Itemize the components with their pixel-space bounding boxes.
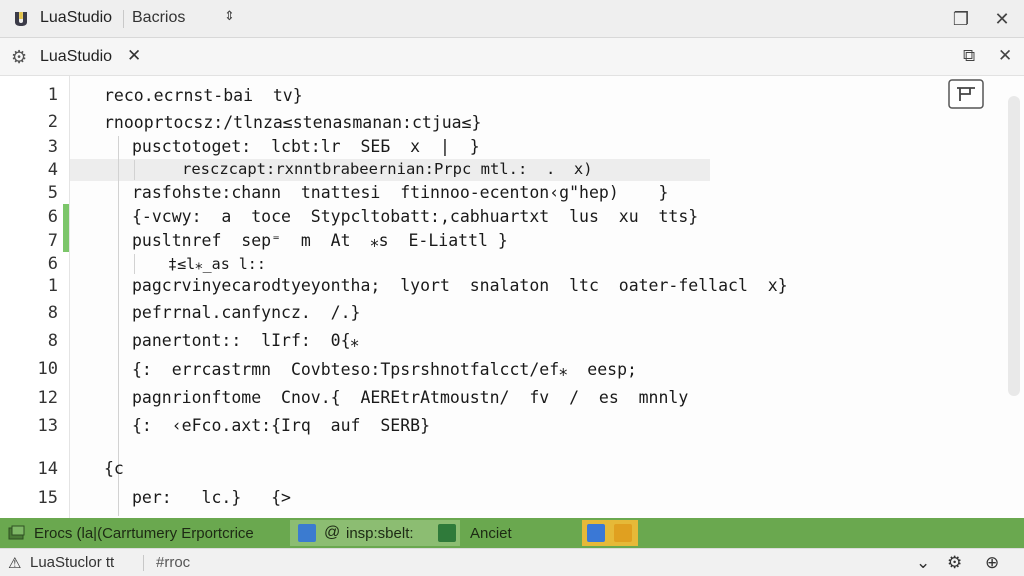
line-gutter: 1 2 3 4 5 6 7 6 1 8 8 10 12 13 14 15: [0, 76, 70, 518]
app-logo-icon: [15, 12, 27, 26]
pin-panel-icon[interactable]: [948, 79, 984, 109]
indent-guide: [134, 254, 135, 274]
close-window-icon[interactable]: ✕: [990, 7, 1014, 31]
code-line[interactable]: rnooprtocsz:/tlnza≤stenasmanan:c⁣tjua≤}: [104, 113, 482, 132]
title-divider: [123, 10, 124, 28]
bottom-bar: ⚠ LuaStuclor tt #rroc ⌄ ⚙ ⊕: [0, 548, 1024, 576]
app-title: LuaStudio: [40, 9, 113, 26]
branch-status[interactable]: Anciet: [470, 518, 512, 548]
code-line[interactable]: pagcrvinyecarodtyeyontha; lyort snalaton…: [132, 276, 788, 295]
status-bar: Erocs (la|(Carrtumery Erportcrice @ insp…: [0, 518, 1024, 548]
edit-icon[interactable]: [587, 524, 605, 542]
code-line[interactable]: {: errcastrmn Covbteso:Tpsrshnotfalcct/e…: [132, 360, 637, 379]
code-line[interactable]: reco.ecrnst-bai tv}: [104, 86, 303, 105]
warning-icon[interactable]: [614, 524, 632, 542]
code-line[interactable]: {c: [104, 459, 124, 478]
tab-bar: ⚙ LuaStudio ✕ ⧉ ✕: [0, 38, 1024, 76]
line-number: 1: [47, 85, 58, 105]
code-editor[interactable]: 1 2 3 4 5 6 7 6 1 8 8 10 12 13 14 15 rec…: [0, 76, 1024, 518]
line-number: 10: [37, 359, 58, 379]
git-diff-marker: [63, 204, 69, 252]
line-number: 1: [47, 276, 58, 296]
line-number: 6: [47, 254, 58, 274]
line-number: 2: [47, 112, 58, 132]
restore-window-icon[interactable]: ❐: [949, 7, 973, 31]
terminal-icon[interactable]: [438, 524, 456, 542]
code-line[interactable]: pefrrnal.canfyncz. /.}: [132, 303, 360, 322]
line-number: 8: [47, 303, 58, 323]
line-number: 13: [37, 416, 58, 436]
vertical-scrollbar[interactable]: [1008, 96, 1020, 396]
code-line[interactable]: pusltnref sep⁼ m At ⁎s E-Liattl }: [132, 231, 508, 250]
workspace-label[interactable]: LuaStuclor tt: [30, 554, 114, 571]
workspace-icon: ⚠: [8, 554, 22, 572]
title-bar: LuaStudio Bacrios ⇕ ❐ ✕: [0, 0, 1024, 38]
line-number: 6: [47, 207, 58, 227]
code-line[interactable]: rasfohste:chann tnattesi ftinnoo-ecenton…: [132, 183, 668, 202]
tab-luastudio[interactable]: LuaStudio: [40, 48, 112, 66]
line-number: 4: [47, 160, 58, 180]
settings-icon[interactable]: ⚙: [947, 553, 962, 573]
line-number: 7: [47, 231, 58, 251]
code-line[interactable]: resczcapt:rxnntbrabeernian:Prpc mtl.: . …: [182, 160, 593, 178]
project-switch-icon[interactable]: ⇕: [224, 9, 235, 24]
code-line[interactable]: {: ‹eFco.axt:{Irq auf SERB}: [132, 416, 430, 435]
debug-icon[interactable]: [298, 524, 316, 542]
inspect-status[interactable]: insp:sbelt:: [346, 518, 414, 548]
close-all-tabs-icon[interactable]: ✕: [998, 46, 1012, 66]
add-circle-icon[interactable]: ⊕: [985, 553, 999, 573]
problems-icon[interactable]: [8, 525, 26, 541]
code-line[interactable]: per: lc.} {>: [132, 488, 291, 507]
code-line[interactable]: ⁣ ‡≤l⁎_as l::: [150, 255, 266, 273]
tag-label[interactable]: #rroc: [156, 554, 190, 571]
line-number: 5: [47, 183, 58, 203]
settings-gear-icon[interactable]: ⚙: [11, 47, 27, 68]
code-line[interactable]: pagnrionftome Cnov.{ AEREtrAtmoustn/ fv …: [132, 388, 688, 407]
indent-guide: [134, 160, 135, 180]
errors-status[interactable]: Erocs (la|(Carrtumery Erportcrice: [34, 518, 254, 548]
bottom-divider: [143, 555, 144, 571]
code-line[interactable]: pusctotoget: lcbt:lr SEБ x | }: [132, 137, 480, 156]
line-number: 15: [37, 488, 58, 508]
line-number: 14: [37, 459, 58, 479]
line-number: 8: [47, 331, 58, 351]
line-number: 3: [47, 137, 58, 157]
chevron-down-icon[interactable]: ⌄: [916, 553, 930, 573]
code-line[interactable]: {-vcwy: ⁠a toce Stypcltobatt:,cabhuartxt…: [132, 207, 698, 226]
split-editor-icon[interactable]: ⧉: [963, 46, 975, 66]
tab-close-icon[interactable]: ✕: [127, 46, 141, 66]
project-name[interactable]: Bacrios: [132, 9, 185, 27]
line-number: 12: [37, 388, 58, 408]
code-line[interactable]: panertont:: lIrf: 0{⁎: [132, 331, 359, 350]
at-icon[interactable]: @: [324, 518, 340, 548]
